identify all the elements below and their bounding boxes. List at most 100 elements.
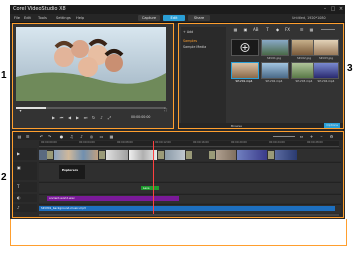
timeline-scrollbar[interactable]: [39, 214, 339, 216]
overlay-track-header[interactable]: ▣: [13, 162, 37, 180]
library-toolbar: ▦ ▣ AB T ◆ FX ☰ ▦: [229, 27, 339, 34]
video-track-header[interactable]: ▶: [13, 148, 37, 160]
tab-edit[interactable]: Edit: [163, 15, 185, 21]
redo-icon[interactable]: ↷: [47, 134, 52, 139]
menu-settings[interactable]: Settings: [56, 16, 71, 20]
repeat-icon[interactable]: ↻: [91, 115, 96, 120]
add-folder-button[interactable]: + Add: [183, 30, 193, 34]
timeline-panel: ▤ ☰ ↶ ↷ ● ♫ ♪ ◎ ▭ ▦ ⇔ + – ⚙ 00:00:00:00 …: [12, 131, 344, 218]
import-media-thumb[interactable]: [231, 39, 259, 56]
transition-clip[interactable]: [47, 151, 53, 159]
transition-clip[interactable]: [99, 151, 105, 159]
zoom-slider[interactable]: [273, 135, 295, 137]
undo-icon[interactable]: ↶: [39, 134, 44, 139]
music-track-header[interactable]: ♪: [13, 204, 37, 212]
voice-track[interactable]: ancient-world.wav: [39, 194, 341, 203]
thumbnail-size-slider[interactable]: [321, 29, 335, 30]
video-track[interactable]: [39, 148, 341, 161]
home-icon[interactable]: ⏮: [59, 115, 64, 120]
settings-icon[interactable]: ⚙: [329, 134, 334, 139]
close-icon[interactable]: ×: [338, 6, 344, 12]
ruler-tick-5: 00:00:20:00: [231, 141, 247, 144]
library-thumb-7[interactable]: [313, 62, 339, 79]
fit-project-icon[interactable]: ⇔: [299, 134, 304, 139]
zoom-out-icon[interactable]: –: [319, 134, 324, 139]
menu-help[interactable]: Help: [76, 16, 84, 20]
volume-icon[interactable]: ♪: [99, 115, 104, 120]
video-clip[interactable]: [54, 150, 98, 160]
browse-button[interactable]: Browse: [231, 124, 242, 128]
callout-3: 3: [347, 63, 353, 74]
options-button[interactable]: Options: [324, 123, 340, 128]
timeline-view-icon[interactable]: ☰: [25, 134, 30, 139]
menu-file[interactable]: File: [14, 16, 20, 20]
title-track[interactable]: Lens: [39, 182, 341, 193]
instant-project-icon[interactable]: ▣: [243, 27, 248, 32]
playhead[interactable]: [153, 141, 154, 216]
folder-sample-media[interactable]: Sample Media: [183, 45, 206, 49]
resize-icon[interactable]: ⤢: [107, 115, 112, 120]
overlay-track[interactable]: Explorers: [39, 162, 341, 181]
transition-clip[interactable]: [268, 151, 274, 159]
video-clip[interactable]: [165, 150, 185, 160]
sound-mixer-icon[interactable]: ♫: [69, 134, 74, 139]
time-ruler[interactable]: 00:00:00:00 00:00:04:00 00:00:08:00 00:0…: [39, 141, 339, 147]
fullscreen-icon[interactable]: ⛶: [163, 107, 168, 112]
library-thumb-1[interactable]: [261, 39, 289, 56]
music-clip[interactable]: ancient-world.wav: [47, 196, 179, 201]
ruler-tick-6: 00:00:24:00: [269, 141, 285, 144]
next-frame-icon[interactable]: ▶: [75, 115, 80, 120]
media-icon[interactable]: ▦: [233, 27, 238, 32]
music-track[interactable]: SP-M01_background-music.mp3: [39, 204, 341, 213]
play-button[interactable]: ▶: [51, 115, 56, 120]
transition-clip[interactable]: [158, 151, 164, 159]
maximize-icon[interactable]: □: [330, 6, 336, 12]
menu-edit[interactable]: Edit: [24, 16, 31, 20]
title-icon[interactable]: T: [265, 27, 270, 32]
title-clip[interactable]: Explorers: [59, 165, 85, 179]
play-mode-icon[interactable]: ▾: [18, 108, 23, 113]
project-info: Untitled, 1920*1080: [292, 15, 326, 20]
callout-2: 2: [1, 172, 7, 183]
multi-camera-icon[interactable]: ▦: [109, 134, 114, 139]
folder-samples[interactable]: Samples: [183, 39, 197, 43]
library-navigation: + Add Samples Sample Media: [181, 27, 226, 123]
library-thumb-3[interactable]: [313, 39, 339, 56]
prev-frame-icon[interactable]: ◀: [67, 115, 72, 120]
voice-track-header[interactable]: ◐: [13, 194, 37, 202]
video-clip[interactable]: [275, 150, 297, 160]
transition-clip[interactable]: [209, 151, 215, 159]
effect-clip[interactable]: Lens: [141, 186, 159, 190]
motion-tracking-icon[interactable]: ◎: [89, 134, 94, 139]
transition-clip[interactable]: [186, 151, 192, 159]
scrubber[interactable]: [16, 107, 166, 109]
thumb-label-5: SP-V02.mp4: [265, 79, 283, 83]
tab-share[interactable]: Share: [188, 15, 210, 21]
minimize-icon[interactable]: –: [322, 6, 328, 12]
add-label: Add: [186, 30, 194, 34]
graphic-icon[interactable]: ◆: [275, 27, 280, 32]
timecode[interactable]: 00:00:00:00: [131, 115, 150, 119]
menu-tools[interactable]: Tools: [38, 16, 47, 20]
storyboard-view-icon[interactable]: ▤: [17, 134, 22, 139]
subtitle-editor-icon[interactable]: ▭: [99, 134, 104, 139]
grid-view-icon[interactable]: ▦: [309, 27, 314, 32]
record-capture-icon[interactable]: ●: [59, 134, 64, 139]
ruler-tick-4: 00:00:16:00: [193, 141, 209, 144]
audio-clip[interactable]: SP-M01_background-music.mp3: [39, 206, 335, 211]
library-thumb-5[interactable]: [261, 62, 289, 79]
video-clip[interactable]: [216, 150, 236, 160]
video-clip[interactable]: [106, 150, 128, 160]
filter-icon[interactable]: FX: [285, 27, 290, 32]
list-view-icon[interactable]: ☰: [299, 27, 304, 32]
auto-music-icon[interactable]: ♪: [79, 134, 84, 139]
zoom-in-icon[interactable]: +: [309, 134, 314, 139]
title-track-header[interactable]: T: [13, 182, 37, 192]
video-clip[interactable]: [237, 150, 267, 160]
ruler-tick-7: 00:00:28:00: [307, 141, 323, 144]
video-clip[interactable]: [39, 150, 47, 160]
tab-capture[interactable]: Capture: [138, 15, 160, 21]
end-icon[interactable]: ⏭: [83, 115, 88, 120]
transition-icon[interactable]: AB: [253, 27, 258, 32]
library-thumb-4[interactable]: [231, 62, 259, 79]
